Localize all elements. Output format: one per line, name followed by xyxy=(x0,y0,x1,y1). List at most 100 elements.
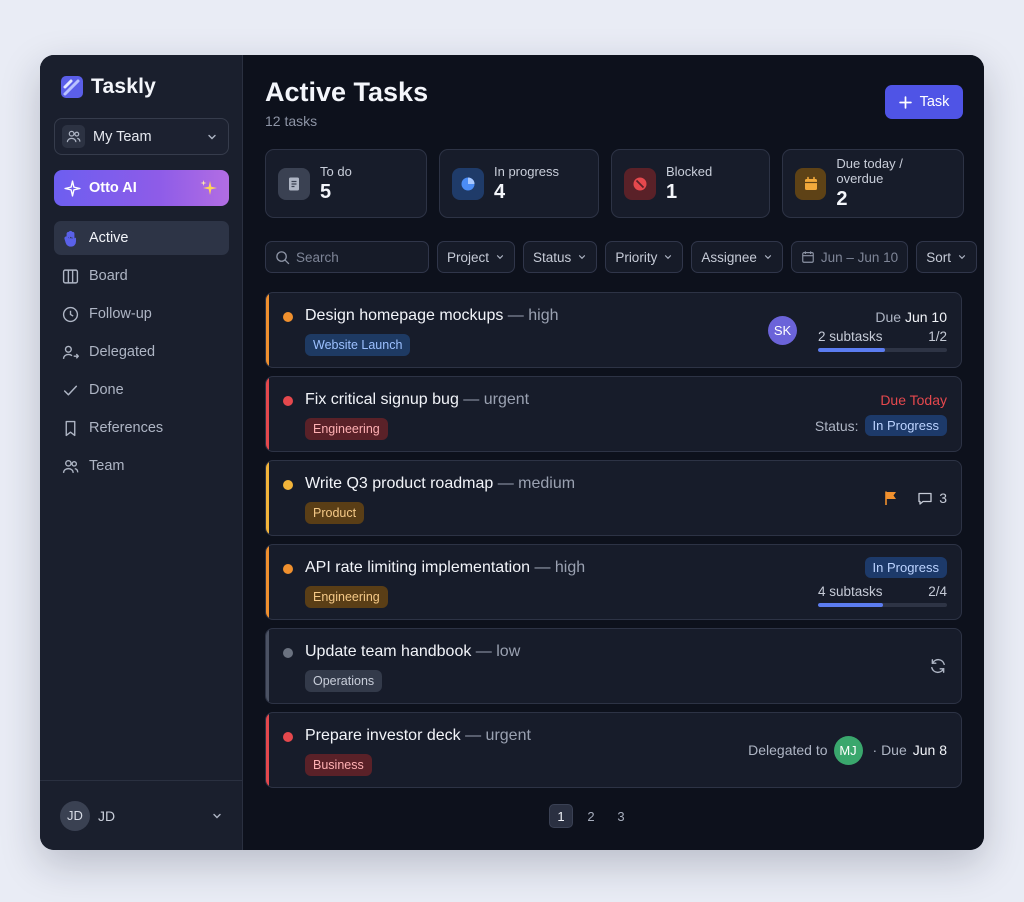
task-meta: Due Jun 10 2 subtasks 1/2 xyxy=(818,293,947,367)
chevron-down-icon xyxy=(958,255,966,260)
app-name: Taskly xyxy=(91,75,157,98)
task-title-line: API rate limiting implementation — high xyxy=(305,559,585,577)
pie-icon xyxy=(452,167,484,200)
search-icon xyxy=(276,250,290,264)
subtask-progress xyxy=(818,347,947,352)
task-title-line: Update team handbook — low xyxy=(305,643,520,661)
document-icon xyxy=(278,167,310,200)
sidebar-nav: Active Board Follow-up Delegated Done Re… xyxy=(54,221,229,487)
stat-card-in-progress[interactable]: In progress 4 xyxy=(439,149,599,218)
sidebar-item-done[interactable]: Done xyxy=(54,373,229,407)
add-task-button[interactable]: Task xyxy=(885,85,963,119)
team-selector[interactable]: My Team xyxy=(54,118,229,155)
user-name: JD xyxy=(98,807,116,824)
task-row[interactable]: Update team handbook — low Operations xyxy=(265,628,962,704)
repeat-icon[interactable] xyxy=(929,657,947,675)
page-button-3[interactable]: 3 xyxy=(609,804,633,828)
sidebar-item-references[interactable]: References xyxy=(54,411,229,445)
task-meta: Due Today Status: In Progress xyxy=(815,377,947,451)
sort-button[interactable]: Sort xyxy=(916,241,977,273)
task-priority: — high xyxy=(507,307,559,324)
task-priority: — urgent xyxy=(463,391,530,408)
task-title: Design homepage mockups xyxy=(305,307,504,324)
team-icon xyxy=(62,125,85,148)
sidebar-item-active[interactable]: Active xyxy=(54,221,229,255)
status-badge[interactable]: In Progress xyxy=(864,415,947,436)
task-row[interactable]: Prepare investor deck — urgent Business … xyxy=(265,712,962,788)
task-priority: — high xyxy=(534,559,586,576)
due-date: Due Jun 10 xyxy=(875,309,947,325)
delegate-avatar[interactable]: MJ xyxy=(833,735,863,765)
sidebar-item-team[interactable]: Team xyxy=(54,449,229,483)
priority-dot xyxy=(283,396,293,406)
filter-bar: Search Project Status Priority Assignee … xyxy=(265,241,977,273)
page-button-2[interactable]: 2 xyxy=(579,804,603,828)
subtask-count: 2/4 xyxy=(928,584,947,599)
task-list: Design homepage mockups — high Website L… xyxy=(265,292,962,796)
stat-card-blocked[interactable]: Blocked 1 xyxy=(611,149,770,218)
project-tag[interactable]: Website Launch xyxy=(305,334,411,356)
priority-bar xyxy=(266,545,269,619)
project-filter-label: Project xyxy=(447,249,490,265)
bookmark-icon xyxy=(65,420,76,436)
task-title-line: Prepare investor deck — urgent xyxy=(305,727,531,745)
sidebar-item-board[interactable]: Board xyxy=(54,259,229,293)
stat-label: Blocked xyxy=(666,163,713,179)
search-input[interactable]: Search xyxy=(265,241,429,273)
team-selector-label: My Team xyxy=(93,128,152,145)
subtask-progress xyxy=(818,603,947,607)
priority-dot xyxy=(283,480,293,490)
otto-ai-button[interactable]: Otto AI xyxy=(54,170,229,206)
priority-bar xyxy=(266,377,269,451)
check-icon xyxy=(63,385,78,395)
date-range-filter[interactable]: Jun – Jun 10 xyxy=(790,241,909,273)
priority-dot xyxy=(283,648,293,658)
sidebar-item-follow-up[interactable]: Follow-up xyxy=(54,297,229,331)
team-icon xyxy=(62,459,79,473)
project-tag[interactable]: Engineering xyxy=(305,418,388,440)
task-row[interactable]: Fix critical signup bug — urgent Enginee… xyxy=(265,376,962,452)
user-menu[interactable]: JD JD xyxy=(40,780,243,850)
stat-value: 1 xyxy=(666,180,678,203)
status-filter[interactable]: Status xyxy=(523,241,598,273)
subtask-label: 4 subtasks xyxy=(818,584,883,599)
assignee-filter[interactable]: Assignee xyxy=(691,241,783,273)
status-badge[interactable]: In Progress xyxy=(864,557,947,578)
comment-icon xyxy=(918,492,932,505)
project-tag[interactable]: Product xyxy=(305,502,365,524)
otto-ai-label: Otto AI xyxy=(89,180,137,196)
project-tag[interactable]: Business xyxy=(305,754,372,776)
pagination: 1 2 3 xyxy=(549,804,633,828)
priority-dot xyxy=(283,732,293,742)
stat-card-todo[interactable]: To do 5 xyxy=(265,149,427,218)
sparkles-icon xyxy=(200,180,217,195)
avatar: JD xyxy=(60,800,90,831)
assignee-filter-label: Assignee xyxy=(701,249,757,265)
subtask-progress-fill xyxy=(818,603,883,607)
project-filter[interactable]: Project xyxy=(437,241,516,273)
stat-card-due-today[interactable]: Due today / overdue 2 xyxy=(782,149,964,218)
page-button-1[interactable]: 1 xyxy=(549,804,573,828)
task-priority: — medium xyxy=(497,475,576,492)
project-tag[interactable]: Operations xyxy=(305,670,383,692)
add-task-label: Task xyxy=(919,94,950,110)
date-range-label: Jun – Jun 10 xyxy=(820,249,899,265)
task-row[interactable]: API rate limiting implementation — high … xyxy=(265,544,962,620)
task-title-line: Write Q3 product roadmap — medium xyxy=(305,475,575,493)
assignee-avatar[interactable]: SK xyxy=(768,316,797,345)
comments-button[interactable]: 3 xyxy=(917,490,947,506)
task-row[interactable]: Design homepage mockups — high Website L… xyxy=(265,292,962,368)
stat-label: Due today / overdue xyxy=(836,156,903,186)
subtask-label: 2 subtasks xyxy=(818,328,883,344)
sidebar-item-label: Follow-up xyxy=(89,306,152,322)
project-tag[interactable]: Engineering xyxy=(305,586,388,608)
sidebar-item-label: Board xyxy=(89,268,128,284)
sidebar-item-label: Active xyxy=(89,230,129,246)
flag-icon[interactable] xyxy=(883,490,899,506)
blocked-icon xyxy=(624,167,656,200)
priority-filter[interactable]: Priority xyxy=(605,241,684,273)
status-label: Status: xyxy=(814,417,859,434)
sidebar-item-delegated[interactable]: Delegated xyxy=(54,335,229,369)
brand[interactable]: Taskly xyxy=(61,75,156,99)
task-row[interactable]: Write Q3 product roadmap — medium Produc… xyxy=(265,460,962,536)
